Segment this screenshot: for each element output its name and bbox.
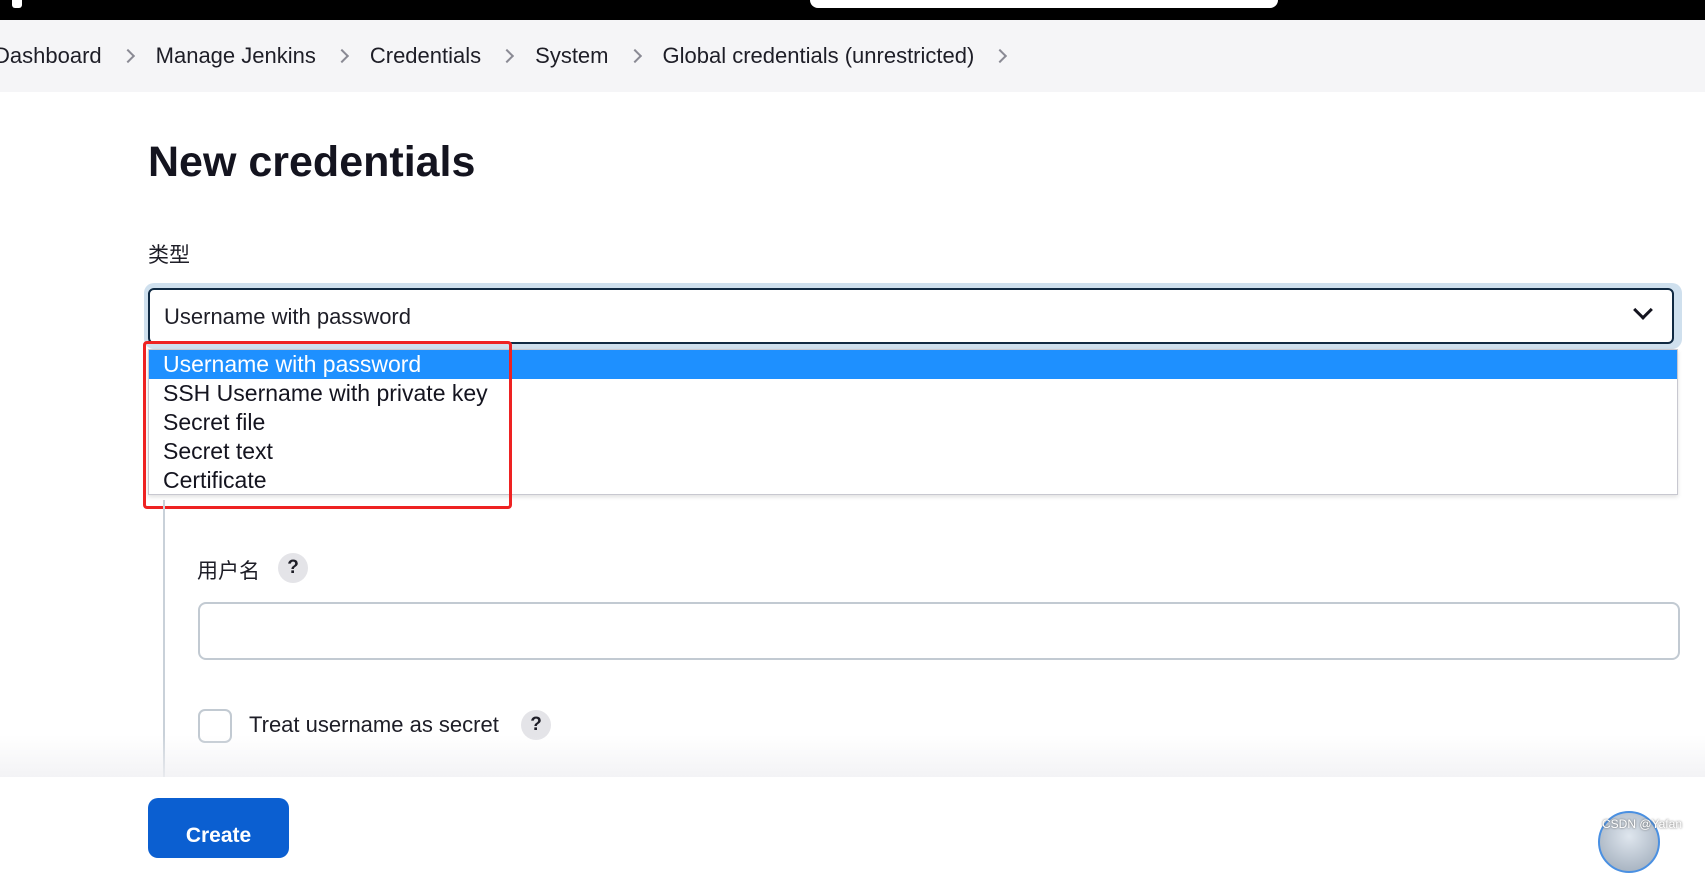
chevron-right-icon[interactable]: [621, 46, 651, 66]
search-box[interactable]: [810, 0, 1278, 8]
chevron-right-icon[interactable]: [986, 46, 1016, 66]
breadcrumb-item-credentials[interactable]: Credentials: [370, 43, 481, 69]
chevron-down-icon[interactable]: [1632, 302, 1654, 324]
chevron-right-icon[interactable]: [493, 46, 523, 66]
watermark: CSDN @Yafan: [1602, 817, 1682, 831]
dropdown-option-secret-file[interactable]: Secret file: [149, 408, 1677, 437]
kind-select-value: Username with password: [164, 304, 411, 329]
breadcrumb-item-dashboard[interactable]: Dashboard: [0, 43, 102, 69]
dropdown-option-certificate[interactable]: Certificate: [149, 466, 1677, 495]
dropdown-option-ssh-private-key[interactable]: SSH Username with private key: [149, 379, 1677, 408]
bottom-fade: [0, 735, 1705, 777]
create-button[interactable]: Create: [148, 798, 289, 858]
chevron-right-icon[interactable]: [328, 46, 358, 66]
breadcrumb-bar: Dashboard Manage Jenkins Credentials Sys…: [0, 20, 1705, 92]
kind-dropdown-list: Username with password SSH Username with…: [148, 349, 1678, 495]
top-navigation-bar: [0, 0, 1705, 20]
chevron-right-icon[interactable]: [114, 46, 144, 66]
breadcrumb: Dashboard Manage Jenkins Credentials Sys…: [0, 20, 1028, 92]
page-title: New credentials: [148, 138, 476, 186]
kind-field-label: 类型: [148, 244, 190, 267]
jenkins-logo-icon[interactable]: [12, 0, 22, 8]
help-icon[interactable]: ?: [278, 553, 308, 583]
breadcrumb-item-global-credentials[interactable]: Global credentials (unrestricted): [663, 43, 975, 69]
dropdown-option-username-password[interactable]: Username with password: [149, 350, 1677, 379]
dropdown-option-secret-text[interactable]: Secret text: [149, 437, 1677, 466]
username-input[interactable]: [198, 602, 1680, 660]
kind-select[interactable]: Username with password: [148, 288, 1674, 344]
breadcrumb-item-system[interactable]: System: [535, 43, 608, 69]
username-field-label: 用户名: [197, 560, 260, 583]
breadcrumb-item-manage-jenkins[interactable]: Manage Jenkins: [156, 43, 316, 69]
